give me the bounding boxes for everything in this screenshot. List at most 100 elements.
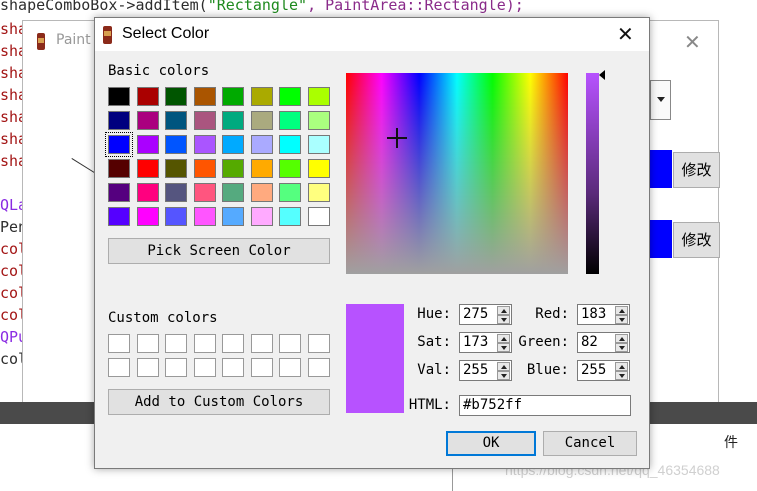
basic-color-swatch[interactable]	[193, 207, 216, 226]
basic-color-swatch[interactable]	[250, 207, 273, 226]
green-spinbox[interactable]: 82	[577, 332, 630, 353]
hue-value: 275	[463, 306, 489, 322]
custom-color-swatch[interactable]	[108, 358, 130, 377]
basic-color-swatch[interactable]	[307, 207, 330, 226]
value-slider[interactable]	[586, 73, 599, 274]
basic-color-swatch[interactable]	[222, 87, 244, 106]
custom-color-swatch[interactable]	[279, 358, 301, 377]
basic-color-swatch[interactable]	[165, 183, 187, 202]
custom-color-swatch[interactable]	[193, 358, 216, 377]
spin-up-icon[interactable]	[497, 334, 510, 343]
spin-down-icon[interactable]	[615, 371, 628, 380]
cancel-button[interactable]: Cancel	[543, 431, 637, 456]
custom-color-swatch[interactable]	[165, 358, 187, 377]
basic-color-swatch[interactable]	[279, 87, 301, 106]
basic-color-swatch[interactable]	[136, 135, 159, 154]
html-input[interactable]: #b752ff	[459, 395, 631, 416]
basic-color-swatch[interactable]	[108, 111, 130, 130]
basic-color-swatch[interactable]	[222, 135, 244, 154]
basic-color-swatch[interactable]	[307, 135, 330, 154]
add-to-custom-colors-button[interactable]: Add to Custom Colors	[108, 389, 330, 415]
sat-spinbox[interactable]: 173	[459, 332, 512, 353]
spin-up-icon[interactable]	[497, 306, 510, 315]
code-top-suffix: , PaintArea::Rectangle);	[307, 0, 524, 14]
hue-spinbox[interactable]: 275	[459, 304, 512, 325]
basic-color-swatch[interactable]	[136, 207, 159, 226]
spin-down-icon[interactable]	[497, 315, 510, 324]
basic-color-swatch[interactable]	[279, 135, 301, 154]
custom-color-swatch[interactable]	[193, 334, 216, 353]
crosshair-icon-vertical[interactable]	[396, 128, 398, 148]
custom-color-swatch[interactable]	[250, 334, 273, 353]
custom-color-swatch[interactable]	[307, 358, 330, 377]
blue-spinbox[interactable]: 255	[577, 360, 630, 381]
basic-color-swatch[interactable]	[108, 87, 130, 106]
val-spinbox[interactable]: 255	[459, 360, 512, 381]
value-slider-arrow-icon[interactable]	[599, 70, 605, 80]
spin-up-icon[interactable]	[615, 362, 628, 371]
pick-screen-color-button[interactable]: Pick Screen Color	[108, 238, 330, 264]
basic-color-swatch[interactable]	[193, 135, 216, 154]
custom-color-swatch[interactable]	[222, 334, 244, 353]
basic-color-swatch[interactable]	[193, 87, 216, 106]
basic-color-swatch[interactable]	[307, 111, 330, 130]
custom-color-swatch[interactable]	[222, 358, 244, 377]
paint-close-icon[interactable]: ✕	[684, 30, 701, 54]
basic-color-swatch[interactable]	[193, 183, 216, 202]
basic-color-swatch[interactable]	[165, 135, 187, 154]
basic-color-swatch[interactable]	[165, 111, 187, 130]
basic-color-swatch[interactable]	[193, 159, 216, 178]
basic-color-swatch[interactable]	[136, 159, 159, 178]
basic-color-swatch[interactable]	[136, 111, 159, 130]
spin-down-icon[interactable]	[615, 343, 628, 352]
basic-color-swatch[interactable]	[279, 207, 301, 226]
basic-color-swatch[interactable]	[108, 159, 130, 178]
basic-color-swatch[interactable]	[193, 111, 216, 130]
basic-color-swatch[interactable]	[250, 135, 273, 154]
basic-color-swatch[interactable]	[165, 159, 187, 178]
custom-color-swatch[interactable]	[250, 358, 273, 377]
spin-up-icon[interactable]	[615, 334, 628, 343]
hue-saturation-picker[interactable]	[346, 73, 568, 274]
custom-color-swatch[interactable]	[165, 334, 187, 353]
basic-color-swatch[interactable]	[250, 159, 273, 178]
basic-color-swatch[interactable]	[108, 183, 130, 202]
basic-color-swatch[interactable]	[136, 183, 159, 202]
basic-color-swatch[interactable]	[279, 183, 301, 202]
spin-down-icon[interactable]	[615, 315, 628, 324]
basic-colors-label: Basic colors	[108, 63, 210, 79]
basic-color-swatch[interactable]	[165, 87, 187, 106]
spin-down-icon[interactable]	[497, 371, 510, 380]
spin-up-icon[interactable]	[497, 362, 510, 371]
spin-up-icon[interactable]	[615, 306, 628, 315]
basic-color-swatch[interactable]	[222, 207, 244, 226]
basic-color-swatch[interactable]	[307, 87, 330, 106]
basic-color-swatch[interactable]	[250, 87, 273, 106]
ok-button[interactable]: OK	[446, 431, 536, 456]
close-icon[interactable]: ✕	[617, 22, 634, 46]
custom-color-swatch[interactable]	[136, 358, 159, 377]
red-spinbox[interactable]: 183	[577, 304, 630, 325]
edit-button-2[interactable]: 修改	[673, 222, 720, 258]
custom-color-swatch[interactable]	[279, 334, 301, 353]
color-swatch-1	[650, 150, 672, 188]
basic-color-swatch[interactable]	[108, 207, 130, 226]
basic-color-swatch[interactable]	[307, 183, 330, 202]
basic-color-swatch[interactable]	[307, 159, 330, 178]
edit-button-1[interactable]: 修改	[673, 152, 720, 188]
basic-color-swatch[interactable]	[105, 132, 133, 157]
basic-color-swatch[interactable]	[279, 111, 301, 130]
basic-color-swatch[interactable]	[222, 159, 244, 178]
basic-color-swatch[interactable]	[165, 207, 187, 226]
basic-color-swatch[interactable]	[279, 159, 301, 178]
custom-color-swatch[interactable]	[307, 334, 330, 353]
basic-color-swatch[interactable]	[222, 183, 244, 202]
basic-color-swatch[interactable]	[250, 183, 273, 202]
basic-color-swatch[interactable]	[136, 87, 159, 106]
spin-down-icon[interactable]	[497, 343, 510, 352]
custom-color-swatch[interactable]	[136, 334, 159, 353]
basic-color-swatch[interactable]	[222, 111, 244, 130]
hue-label: Hue:	[417, 306, 451, 322]
basic-color-swatch[interactable]	[250, 111, 273, 130]
custom-color-swatch[interactable]	[108, 334, 130, 353]
